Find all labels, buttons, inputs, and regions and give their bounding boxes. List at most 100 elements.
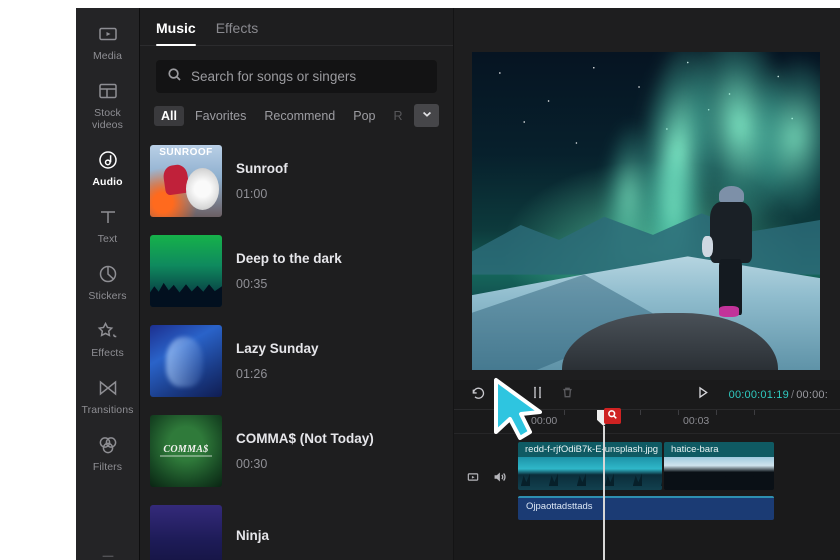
video-clip-header: hatice-bara [664,442,774,457]
play-button[interactable] [690,383,716,407]
sidebar-item-filters[interactable]: Filters [76,425,139,482]
sidebar-item-transitions[interactable]: Transitions [76,368,139,425]
search-area [140,46,453,93]
sidebar-item-label: Text [97,233,118,245]
chip-overflow-partial[interactable]: R [387,106,410,126]
ruler-label: 00:00 [531,415,558,427]
song-title: Sunroof [236,161,288,176]
chip-all[interactable]: All [154,106,184,126]
timeline-ruler[interactable]: 00:00 00:03 [454,408,840,560]
album-art-rule [160,455,212,458]
ruler-tick [754,410,755,415]
filmstrip-frame [630,457,658,490]
video-clip-name: redd-f-rjfOdiB7k-E-unsplash.jpg [525,444,659,455]
search-input[interactable] [191,69,426,84]
filmstrip-frame [518,457,546,490]
song-meta: COMMA$ (Not Today) 00:30 [236,431,374,471]
chip-favorites[interactable]: Favorites [188,106,253,126]
list-item[interactable]: COMMA$ COMMA$ (Not Today) 00:30 [150,406,453,496]
ruler-tick [564,410,565,415]
play-icon [695,385,710,405]
sidebar-item-audio[interactable]: Audio [76,140,139,197]
track-controls [454,434,518,560]
song-duration: 00:30 [236,457,268,471]
ruler-tick [526,410,527,415]
tab-music[interactable]: Music [156,20,196,46]
audio-mute-toggle[interactable] [491,469,507,490]
search-icon [167,67,182,87]
song-duration: 01:26 [236,367,268,381]
filters-icon [97,434,119,456]
song-meta: Lazy Sunday 01:26 [236,341,319,381]
preview-person-body [710,202,753,264]
sidebar-item-label: Filters [92,461,123,473]
album-art-wheel [186,168,220,210]
timeline-tracks: redd-f-rjfOdiB7k-E-unsplash.jpg 00:05:00 [454,434,840,560]
sidebar-item-effects[interactable]: Effects [76,311,139,368]
redo-icon [500,385,515,405]
audio-clip[interactable]: Ojpaottadsttads [518,496,774,520]
filmstrip-frame [658,457,662,490]
sidebar-item-stickers[interactable]: Stickers [76,254,139,311]
list-item[interactable]: Deep to the dark 00:35 [150,226,453,316]
filmstrip-frame [664,457,692,490]
filmstrip-frame [602,457,630,490]
sidebar-item-media[interactable]: Media [76,14,139,71]
filmstrip-frame [748,457,774,490]
search-box[interactable] [156,60,437,93]
song-title: COMMA$ (Not Today) [236,431,374,446]
speaker-icon [491,472,507,489]
playhead-zoom-badge[interactable] [604,408,621,424]
song-meta: Deep to the dark 00:35 [236,251,342,291]
timeline: 00:00:01:19/00:00: 00:00 00:03 redd-f-rj… [454,380,840,560]
filmstrip-frame [574,457,602,490]
song-title: Lazy Sunday [236,341,319,356]
album-art-face [165,336,204,387]
video-clip[interactable]: hatice-bara [664,442,774,490]
audio-track[interactable]: Ojpaottadsttads [518,496,840,520]
chips-more-button[interactable] [414,104,439,127]
video-preview[interactable] [472,52,820,370]
preview-area [454,8,840,380]
song-meta: Ninja [236,528,269,554]
album-art [150,505,222,560]
sidebar-item-label: Stickers [88,290,127,302]
video-clip-thumbnails [664,457,774,490]
timecode-display: 00:00:01:19/00:00: [720,389,830,401]
sidebar-item-label: Stock videos [92,107,123,131]
trash-icon [560,385,575,405]
undo-button[interactable] [464,383,490,407]
song-list[interactable]: SUNROOF Sunroof 01:00 Deep to the dark 0… [140,136,453,560]
list-item[interactable]: Ninja [150,496,453,560]
zoom-playhead-icon [607,407,618,425]
timeline-toolbar: 00:00:01:19/00:00: [454,380,840,410]
sidebar-item-text[interactable]: Text [76,197,139,254]
list-item[interactable]: Lazy Sunday 01:26 [150,316,453,406]
list-item[interactable]: SUNROOF Sunroof 01:00 [150,136,453,226]
redo-button[interactable] [494,383,520,407]
sidebar-item-stock-videos[interactable]: Stock videos [76,71,139,140]
split-button[interactable] [524,383,550,407]
chip-pop[interactable]: Pop [346,106,382,126]
video-clip[interactable]: redd-f-rjfOdiB7k-E-unsplash.jpg 00:05:00 [518,442,662,490]
filmstrip-frame [720,457,748,490]
song-title: Ninja [236,528,270,543]
genre-filter-chips: All Favorites Recommend Pop R [140,93,453,136]
playhead-line [603,426,605,560]
preview-person-glove [702,236,714,257]
tab-effects[interactable]: Effects [216,20,259,45]
preview-person-hat [718,185,744,204]
media-icon [97,23,119,45]
video-track-toggle[interactable] [466,470,480,489]
delete-button[interactable] [554,383,580,407]
left-sidebar: Media Stock videos Audio Text Stickers E… [76,8,140,560]
sidebar-item-overflow-partial[interactable] [76,546,139,560]
chip-recommend[interactable]: Recommend [257,106,342,126]
preview-person-boot [718,306,740,317]
filmstrip-frame [692,457,720,490]
album-art: SUNROOF [150,145,222,217]
video-clip-header: redd-f-rjfOdiB7k-E-unsplash.jpg 00:05:00 [518,442,662,457]
ruler-tick [678,410,679,415]
album-art: COMMA$ [150,415,222,487]
video-track[interactable]: redd-f-rjfOdiB7k-E-unsplash.jpg 00:05:00 [518,442,840,490]
